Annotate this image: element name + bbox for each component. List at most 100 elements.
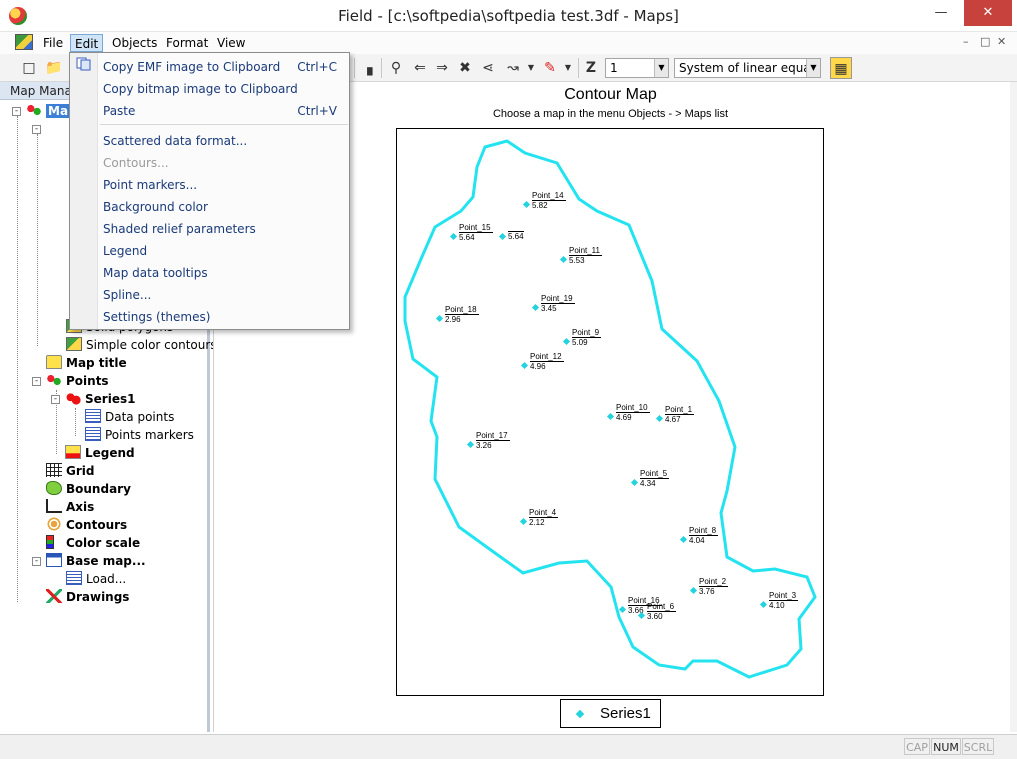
menu-item-point-markers[interactable]: Point markers... — [103, 175, 343, 195]
vertical-scrollbar[interactable] — [1010, 82, 1017, 732]
point-name: Point_1 — [665, 405, 695, 415]
new-file-icon[interactable]: □ — [18, 57, 40, 79]
mdi-close-button[interactable]: ✕ — [997, 35, 1006, 48]
point-value: 3.60 — [647, 612, 663, 621]
menu-objects[interactable]: Objects — [108, 34, 161, 52]
point-name: Point_17 — [476, 431, 510, 441]
menu-item-label: Contours... — [103, 156, 169, 170]
edit-menu-dropdown: Copy EMF image to Clipboard Ctrl+C Copy bi… — [69, 52, 350, 330]
point-name: Point_3 — [769, 591, 799, 601]
menu-file[interactable]: File — [39, 34, 67, 52]
arrow-right-icon[interactable]: ⇒ — [431, 57, 453, 79]
point-name: Point_8 — [689, 526, 719, 536]
expander-points[interactable]: - — [32, 377, 41, 386]
scroll-lock-indicator: SCRL — [962, 738, 994, 755]
menu-item-spline[interactable]: Spline... — [103, 285, 343, 305]
menu-item-copy-bitmap[interactable]: Copy bitmap image to Clipboard — [103, 79, 343, 99]
z-level-value: 1 — [610, 61, 618, 75]
expander-root[interactable]: - — [12, 107, 21, 116]
tools-icon[interactable]: ✖ — [454, 57, 476, 79]
gridding-method-value: System of linear equatio — [679, 61, 821, 75]
gridding-method-select[interactable]: System of linear equatio ▼ — [674, 58, 821, 78]
menu-item-background-color[interactable]: Background color — [103, 197, 343, 217]
color-scale-icon — [46, 535, 54, 549]
document-icon[interactable] — [15, 34, 33, 50]
base-map-icon — [46, 553, 62, 567]
contours-icon — [46, 517, 62, 531]
pen-dropdown-icon[interactable]: ▼ — [557, 57, 579, 79]
axis-tool-icon[interactable]: ⋖ — [477, 57, 499, 79]
tree-node-map-title[interactable]: Map title — [46, 354, 127, 372]
boundary-icon — [46, 481, 62, 495]
menu-item-settings-themes[interactable]: Settings (themes) — [103, 307, 343, 327]
menu-item-map-data-tooltips[interactable]: Map data tooltips — [103, 263, 343, 283]
menu-edit[interactable]: Edit — [70, 34, 104, 52]
tree-node-axis[interactable]: Axis — [46, 498, 94, 516]
mdi-minimize-button[interactable]: – — [963, 35, 969, 48]
point-value: 2.12 — [529, 518, 545, 527]
point-value: 5.64 — [508, 232, 524, 241]
copy-icon — [76, 57, 92, 71]
point-value: 5.53 — [569, 256, 585, 265]
points-icon — [46, 373, 62, 387]
point-value: 4.04 — [689, 536, 705, 545]
menu-view[interactable]: View — [213, 34, 249, 52]
menu-item-shaded-relief-parameters[interactable]: Shaded relief parameters — [103, 219, 343, 239]
chevron-down-icon[interactable]: ▼ — [806, 59, 820, 77]
tree-node-contours[interactable]: Contours — [46, 516, 127, 534]
menu-item-label: Copy EMF image to Clipboard — [103, 60, 281, 74]
point-label: Point_5 4.34 — [640, 469, 670, 488]
tree-node-points[interactable]: Points — [46, 372, 109, 390]
expander-layers[interactable]: - — [32, 125, 41, 134]
tree-node-legend[interactable]: Legend — [65, 444, 135, 462]
menu-format[interactable]: Format — [162, 34, 212, 52]
tree-node-load[interactable]: Load... — [66, 570, 126, 588]
tree-node-base-map[interactable]: Base map... — [46, 552, 146, 570]
point-label: 5.64 — [508, 223, 524, 241]
chevron-down-icon[interactable]: ▼ — [654, 59, 668, 77]
point-value: 4.10 — [769, 601, 785, 610]
menu-separator — [100, 124, 348, 125]
menu-item-paste[interactable]: Paste Ctrl+V — [103, 101, 343, 121]
tree-node-boundary[interactable]: Boundary — [46, 480, 131, 498]
expander-base-map[interactable]: - — [32, 557, 41, 566]
legend-series-label: Series1 — [600, 705, 651, 722]
menu-item-copy-emf[interactable]: Copy EMF image to Clipboard Ctrl+C — [103, 57, 343, 77]
chart-icon[interactable]: ▗ — [356, 57, 378, 79]
expander-series1[interactable]: - — [51, 395, 60, 404]
tree-node-drawings[interactable]: Drawings — [46, 588, 129, 606]
layers-icon[interactable]: ▦ — [830, 57, 852, 79]
point-label: Point_6 3.60 — [647, 602, 677, 621]
tree-node-simple-color-contours[interactable]: Simple color contours — [66, 336, 217, 354]
menu-item-label: Point markers... — [103, 178, 198, 192]
legend[interactable]: Series1 — [560, 699, 661, 728]
point-name: Point_14 — [532, 191, 566, 201]
point-label: Point_17 3.26 — [476, 431, 510, 450]
open-folder-icon[interactable]: 📁 — [43, 57, 65, 79]
point-value: 5.82 — [532, 201, 548, 210]
point-value: 3.45 — [541, 304, 557, 313]
window-title: Field - [c:\softpedia\softpedia test.3df… — [338, 7, 679, 25]
mdi-restore-button[interactable]: □ — [980, 35, 990, 48]
menu-item-contours: Contours... — [103, 153, 343, 173]
menu-item-legend[interactable]: Legend — [103, 241, 343, 261]
menu-item-label: Copy bitmap image to Clipboard — [103, 82, 298, 96]
point-label: Point_9 5.09 — [572, 328, 602, 347]
menu-item-label: Legend — [103, 244, 148, 258]
point-label: Point_12 4.96 — [530, 352, 564, 371]
tree-node-series1[interactable]: Series1 — [65, 390, 135, 408]
layer-icon — [66, 337, 82, 351]
tree-node-grid[interactable]: Grid — [46, 462, 94, 480]
menu-item-scattered-data-format[interactable]: Scattered data format... — [103, 131, 343, 151]
z-level-select[interactable]: 1 ▼ — [605, 58, 669, 78]
arrow-left-icon[interactable]: ⇐ — [409, 57, 431, 79]
zoom-icon[interactable]: ⚲ — [385, 57, 407, 79]
point-label: Point_14 5.82 — [532, 191, 566, 210]
drawings-icon — [46, 589, 62, 603]
tree-node-points-markers[interactable]: Points markers — [85, 426, 194, 444]
tree-node-data-points[interactable]: Data points — [85, 408, 174, 426]
point-value: 4.96 — [530, 362, 546, 371]
close-button[interactable]: ✕ — [964, 0, 1012, 26]
tree-node-color-scale[interactable]: Color scale — [46, 534, 140, 552]
minimize-button[interactable]: — — [924, 0, 958, 26]
